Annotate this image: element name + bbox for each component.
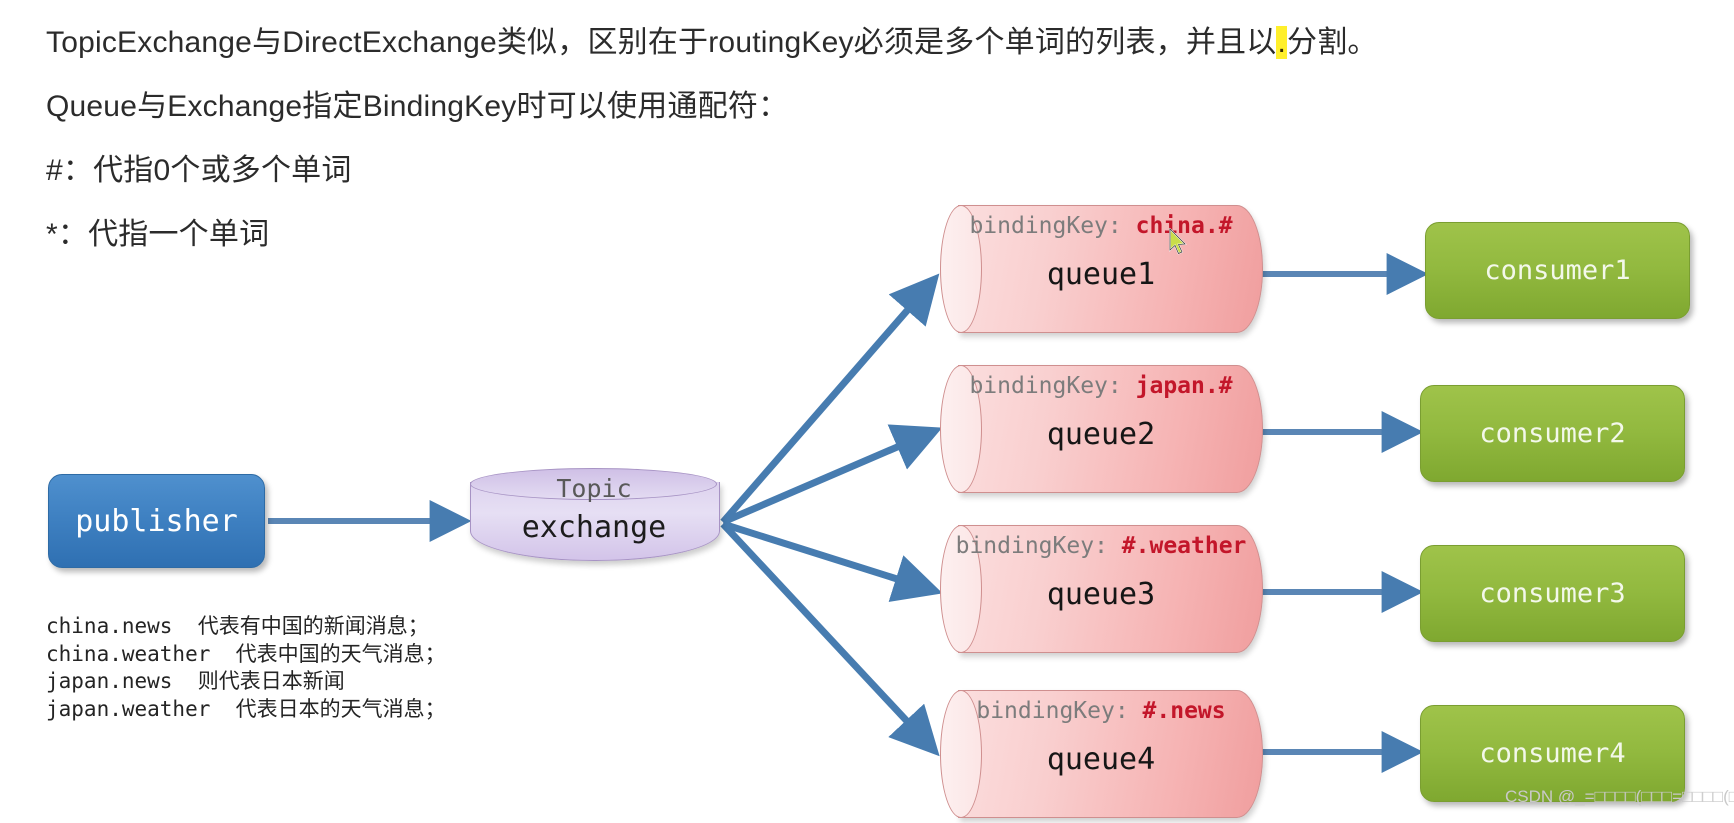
- queue-binding-key-4: bindingKey: #.news: [940, 698, 1262, 724]
- consumer-node-1[interactable]: consumer1: [1425, 222, 1690, 319]
- csdn-watermark: CSDN @_=□□□□(□□□=□□□□(□□: [1505, 787, 1734, 806]
- publisher-node[interactable]: publisher: [48, 474, 265, 568]
- prose-line-2: Queue与Exchange指定BindingKey时可以使用通配符：: [46, 90, 789, 123]
- consumer-label-2: consumer2: [1479, 418, 1626, 449]
- queue-name-3: queue3: [1046, 577, 1156, 612]
- queue-node-1[interactable]: bindingKey: china.# queue1: [940, 205, 1263, 333]
- binding-key-value: #.weather: [1121, 533, 1247, 559]
- consumer-label-3: consumer3: [1479, 578, 1626, 609]
- queue-node-3[interactable]: bindingKey: #.weather queue3: [940, 525, 1263, 653]
- diagram-page: TopicExchange与DirectExchange类似，区别在于routi…: [0, 0, 1734, 823]
- queue-binding-key-2: bindingKey: japan.#: [940, 373, 1262, 399]
- queue-binding-key-3: bindingKey: #.weather: [940, 533, 1262, 559]
- consumer-node-3[interactable]: consumer3: [1420, 545, 1685, 642]
- consumer-label-4: consumer4: [1479, 738, 1626, 769]
- binding-key-value: #.news: [1142, 698, 1226, 724]
- consumer-label-1: consumer1: [1484, 255, 1631, 286]
- prose-highlight-dot: .: [1276, 26, 1288, 59]
- binding-key-label: bindingKey:: [955, 533, 1108, 559]
- queue-name-4: queue4: [1046, 742, 1156, 777]
- arrow-exchange-to-queue4: [720, 521, 940, 757]
- queue-node-2[interactable]: bindingKey: japan.# queue2: [940, 365, 1263, 493]
- prose-line-3: #：代指0个或多个单词: [46, 154, 352, 187]
- prose-line-1: TopicExchange与DirectExchange类似，区别在于routi…: [46, 26, 1706, 59]
- exchange-type-label: Topic: [556, 474, 632, 503]
- topic-exchange-node[interactable]: Topic exchange: [470, 468, 720, 566]
- arrow-exchange-to-queue3: [721, 520, 943, 602]
- exchange-label: exchange: [521, 510, 667, 545]
- mouse-cursor-icon: [1169, 228, 1187, 255]
- queue-node-4[interactable]: bindingKey: #.news queue4: [940, 690, 1263, 818]
- binding-key-label: bindingKey:: [969, 373, 1122, 399]
- arrow-exchange-to-queue1: [720, 273, 940, 525]
- consumer-node-2[interactable]: consumer2: [1420, 385, 1685, 482]
- queue-name-2: queue2: [1046, 417, 1156, 452]
- queue-name-1: queue1: [1046, 257, 1156, 292]
- prose-line-1-part-a: TopicExchange与DirectExchange类似，区别在于routi…: [46, 26, 1277, 59]
- arrow-exchange-to-queue2: [721, 424, 943, 526]
- explanatory-text-block: TopicExchange与DirectExchange类似，区别在于routi…: [46, 12, 1706, 250]
- binding-key-label: bindingKey:: [969, 213, 1122, 239]
- legend-line-4: japan.weather 代表日本的天气消息；: [46, 696, 446, 721]
- legend-line-2: china.weather 代表中国的天气消息；: [46, 641, 446, 666]
- publisher-label: publisher: [75, 503, 238, 539]
- prose-line-1-part-b: 分割。: [1287, 26, 1378, 59]
- queue-binding-key-1: bindingKey: china.#: [940, 213, 1262, 239]
- routing-key-legend: china.news 代表有中国的新闻消息； china.weather 代表中…: [46, 613, 446, 723]
- legend-line-1: china.news 代表有中国的新闻消息；: [46, 614, 429, 638]
- binding-key-label: bindingKey:: [976, 698, 1129, 724]
- binding-key-value: japan.#: [1135, 373, 1233, 399]
- legend-line-3: japan.news 则代表日本新闻: [46, 669, 345, 693]
